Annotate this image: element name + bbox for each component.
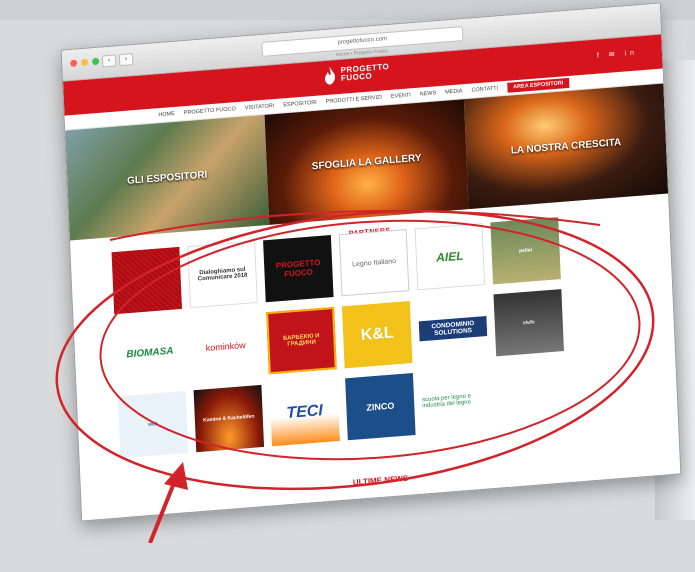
partners-grid: Dialoghiamo sul Comunicare 2018 PROGETTO… [111, 217, 568, 459]
partner-tile-15[interactable]: TECI [269, 378, 340, 447]
partner-tile-14[interactable]: Kamine & Kachelöfen [193, 384, 265, 453]
partner-label-8: kominków [205, 340, 246, 354]
partner-tile-5[interactable]: AIEL [414, 223, 486, 291]
partner-tile-9[interactable]: БАРБЕКЮ И ГРАДИНИ [266, 306, 337, 375]
partners-layer: Dialoghiamo sul Comunicare 2018 PROGETTO… [0, 0, 695, 572]
partner-label-9: БАРБЕКЮ И ГРАДИНИ [282, 333, 320, 348]
partner-label-15: TECI [286, 402, 324, 423]
partner-tile-16[interactable]: ZINCO [345, 372, 416, 441]
partner-tile-12[interactable]: stufe [493, 289, 564, 357]
partner-label-14: Kamine & Kachelöfen [203, 413, 255, 424]
partner-tile-17[interactable]: scuola per legno e industria del legno [420, 367, 492, 435]
partner-label-3: PROGETTO FUOCO [275, 257, 321, 279]
partner-tile-7[interactable]: BIOMASA [114, 318, 186, 387]
partner-label-2: Dialoghiamo sul Comunicare 2018 [197, 266, 248, 283]
partner-tile-2[interactable]: Dialoghiamo sul Comunicare 2018 [187, 240, 258, 309]
partner-label-11: CONDOMINIO SOLUTIONS [418, 316, 488, 342]
partner-label-16: ZINCO [366, 400, 395, 413]
partner-tile-1[interactable] [111, 246, 183, 315]
partner-label-10: K&L [360, 324, 394, 344]
partner-label-6: pellet [518, 247, 533, 255]
partner-label-12: stufe [522, 319, 535, 327]
partner-label-5: AIEL [435, 248, 464, 265]
partner-tile-3[interactable]: PROGETTO FUOCO [263, 234, 334, 303]
partner-label-4: Legno Italiano [351, 257, 397, 268]
partner-tile-10[interactable]: K&L [341, 301, 413, 369]
partner-tile-6[interactable]: pellet [490, 217, 561, 285]
partner-tile-4[interactable]: Legno Italiano [338, 229, 410, 297]
partner-label-7: BIOMASA [126, 345, 174, 360]
partner-label-17: scuola per legno e industria del legno [421, 393, 472, 410]
partner-tile-11[interactable]: CONDOMINIO SOLUTIONS [417, 295, 489, 363]
partner-tile-8[interactable]: kominków [190, 312, 261, 381]
partner-label-13: web [148, 421, 159, 428]
partner-tile-13[interactable]: web [117, 390, 189, 459]
